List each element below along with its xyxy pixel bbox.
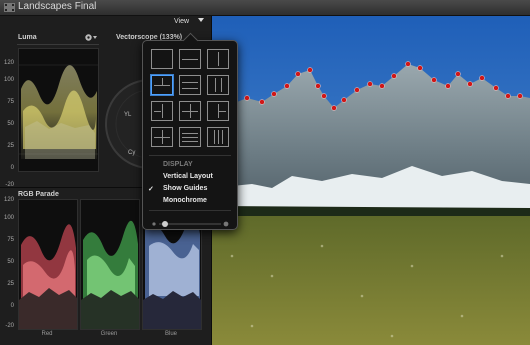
- parade-red: [18, 199, 78, 330]
- tick-label: 120: [3, 60, 14, 66]
- view-button-label: View: [174, 18, 190, 25]
- menu-item-show-guides[interactable]: Show Guides: [163, 185, 207, 192]
- tick-label: 50: [7, 121, 14, 127]
- layout-four-rows[interactable]: [179, 127, 201, 147]
- luma-waveform: [18, 48, 99, 172]
- tick-label: 120: [3, 197, 14, 203]
- divider: [17, 44, 99, 45]
- tick-label: 0: [10, 165, 14, 171]
- rgb-parade-title: RGB Parade: [18, 191, 59, 198]
- layout-grid-2x2[interactable]: [179, 101, 201, 121]
- chevron-down-icon: [198, 18, 204, 22]
- layout-top-split-bottom[interactable]: [151, 75, 173, 95]
- tick-label: 25: [7, 281, 14, 287]
- layout-right-split[interactable]: [207, 101, 229, 121]
- menu-item-vertical-layout[interactable]: Vertical Layout: [163, 173, 213, 180]
- divider: [149, 210, 231, 211]
- layout-three-rows[interactable]: [179, 75, 201, 95]
- layout-four-columns[interactable]: [207, 127, 229, 147]
- film-icon: [4, 3, 15, 12]
- luma-title: Luma: [18, 34, 37, 41]
- layout-two-columns[interactable]: [207, 49, 229, 69]
- brightness-slider[interactable]: [151, 216, 229, 227]
- title-bar: Landscapes Final: [0, 0, 530, 16]
- divider: [149, 155, 231, 156]
- gear-icon[interactable]: [84, 33, 98, 42]
- tick-label: 75: [7, 237, 14, 243]
- vectorscope-label-cy: Cy: [128, 150, 136, 156]
- checkmark-icon: ✓: [148, 186, 154, 193]
- view-menu-popup: DISPLAY Vertical Layout ✓ Show Guides Mo…: [142, 32, 238, 230]
- parade-green-label: Green: [100, 331, 118, 337]
- tick-label: 25: [7, 143, 14, 149]
- vectorscope-label-yl: YL: [124, 112, 132, 118]
- tick-label: 0: [10, 303, 14, 309]
- tick-label: 100: [3, 215, 14, 221]
- tick-label: 75: [7, 99, 14, 105]
- tick-label: 100: [3, 77, 14, 83]
- display-section-header: DISPLAY: [163, 161, 193, 168]
- layout-left-split-right[interactable]: [151, 101, 173, 121]
- tick-label: -20: [5, 323, 14, 329]
- layout-four-quadrants[interactable]: [151, 127, 173, 147]
- window-title: Landscapes Final: [18, 1, 97, 12]
- parade-blue-label: Blue: [164, 331, 177, 337]
- layout-two-rows[interactable]: [179, 49, 201, 69]
- layout-three-columns[interactable]: [207, 75, 229, 95]
- parade-green: [80, 199, 140, 330]
- view-button[interactable]: View: [174, 17, 205, 25]
- parade-red-label: Red: [41, 331, 53, 337]
- tick-label: 50: [7, 259, 14, 265]
- layout-single[interactable]: [151, 49, 173, 69]
- viewer-image: [212, 16, 530, 345]
- menu-item-monochrome[interactable]: Monochrome: [163, 197, 207, 204]
